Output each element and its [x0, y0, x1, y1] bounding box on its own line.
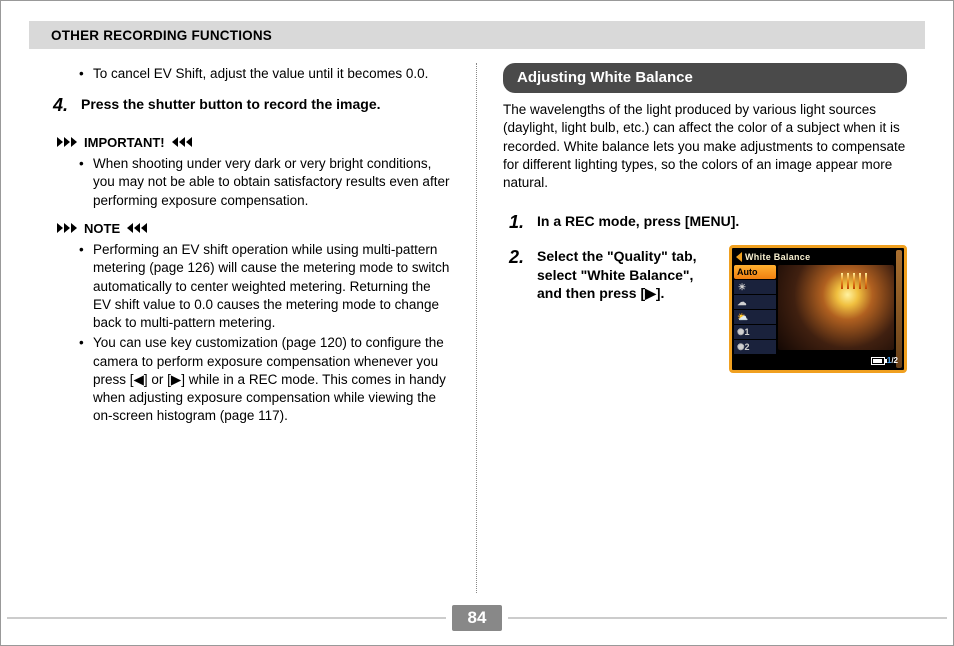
battery-icon: [871, 357, 885, 365]
bullet-dot-icon: •: [79, 65, 93, 83]
step-number: 2.: [509, 245, 537, 373]
cancel-ev-bullet: • To cancel EV Shift, adjust the value u…: [79, 65, 450, 83]
label-arrows-right-icon: [57, 137, 78, 147]
screenshot-title: White Balance: [745, 251, 810, 263]
step-text: In a REC mode, press [MENU].: [537, 210, 739, 234]
footer-line-right: [508, 617, 947, 619]
menu-row-shade: ⛅: [734, 310, 776, 324]
screenshot-titlebar: White Balance: [734, 250, 902, 264]
label-arrows-left-icon: [126, 223, 147, 233]
note-bullet-1-text: Performing an EV shift operation while u…: [93, 241, 450, 332]
back-arrow-icon: [734, 251, 744, 263]
label-arrows-right-icon: [57, 223, 78, 233]
bulb-icon: ✺2: [737, 341, 747, 353]
page-indicator: 1/2: [887, 356, 898, 367]
label-arrows-left-icon: [171, 137, 192, 147]
white-balance-heading: Adjusting White Balance: [503, 63, 907, 93]
sun-icon: ☀: [737, 281, 747, 293]
page-total: /2: [891, 356, 898, 365]
menu-row-auto: Auto: [734, 265, 776, 279]
step-2: 2. Select the "Quality" tab, select "Whi…: [509, 245, 907, 373]
bulb-icon: ✺1: [737, 326, 747, 338]
step-number: 1.: [509, 210, 537, 234]
cloud-icon: ☁: [737, 296, 747, 308]
candles-icon: [841, 273, 867, 289]
menu-row-daylight: ☀: [734, 280, 776, 294]
important-label-text: IMPORTANT!: [84, 134, 165, 152]
note-bullet-2-text: You can use key customization (page 120)…: [93, 334, 450, 425]
important-bullet-1: • When shooting under very dark or very …: [79, 155, 450, 210]
bullet-dot-icon: •: [79, 241, 93, 332]
manual-page: OTHER RECORDING FUNCTIONS • To cancel EV…: [0, 0, 954, 646]
footer-line-left: [7, 617, 446, 619]
step-text: Select the "Quality" tab, select "White …: [537, 245, 715, 304]
screenshot-preview-image: [778, 265, 894, 350]
note-bullet-2: • You can use key customization (page 12…: [79, 334, 450, 425]
left-column: • To cancel EV Shift, adjust the value u…: [29, 63, 477, 593]
camera-screenshot: White Balance Auto ☀ ☁ ⛅ ✺1 ✺2: [729, 245, 907, 373]
step-text: Press the shutter button to record the i…: [81, 93, 381, 117]
page-number: 84: [452, 605, 503, 631]
section-header-title: OTHER RECORDING FUNCTIONS: [51, 28, 272, 43]
important-bullet-1-text: When shooting under very dark or very br…: [93, 155, 450, 210]
screenshot-menu: Auto ☀ ☁ ⛅ ✺1 ✺2: [734, 265, 776, 354]
menu-row-fluorescent1: ✺1: [734, 325, 776, 339]
page-footer: 84: [1, 605, 953, 631]
right-column: Adjusting White Balance The wavelengths …: [477, 63, 925, 593]
note-bullets: • Performing an EV shift operation while…: [79, 241, 450, 425]
important-bullets: • When shooting under very dark or very …: [79, 155, 450, 210]
screenshot-status: 1/2: [871, 356, 898, 367]
white-balance-intro: The wavelengths of the light produced by…: [503, 101, 907, 192]
bullet-dot-icon: •: [79, 334, 93, 425]
cancel-ev-text: To cancel EV Shift, adjust the value unt…: [93, 65, 428, 83]
note-label: NOTE: [57, 220, 450, 238]
step-number: 4.: [53, 93, 81, 117]
shade-icon: ⛅: [737, 311, 747, 323]
menu-row-cloudy: ☁: [734, 295, 776, 309]
bullet-dot-icon: •: [79, 155, 93, 210]
screenshot-scroll-indicator: [896, 250, 902, 368]
step-1: 1. In a REC mode, press [MENU].: [509, 210, 907, 234]
note-label-text: NOTE: [84, 220, 120, 238]
menu-row-label: Auto: [737, 266, 758, 278]
menu-row-fluorescent2: ✺2: [734, 340, 776, 354]
important-label: IMPORTANT!: [57, 134, 450, 152]
step-4: 4. Press the shutter button to record th…: [53, 93, 450, 117]
white-balance-heading-text: Adjusting White Balance: [517, 69, 693, 86]
note-bullet-1: • Performing an EV shift operation while…: [79, 241, 450, 332]
two-column-layout: • To cancel EV Shift, adjust the value u…: [29, 63, 925, 593]
section-header: OTHER RECORDING FUNCTIONS: [29, 21, 925, 49]
